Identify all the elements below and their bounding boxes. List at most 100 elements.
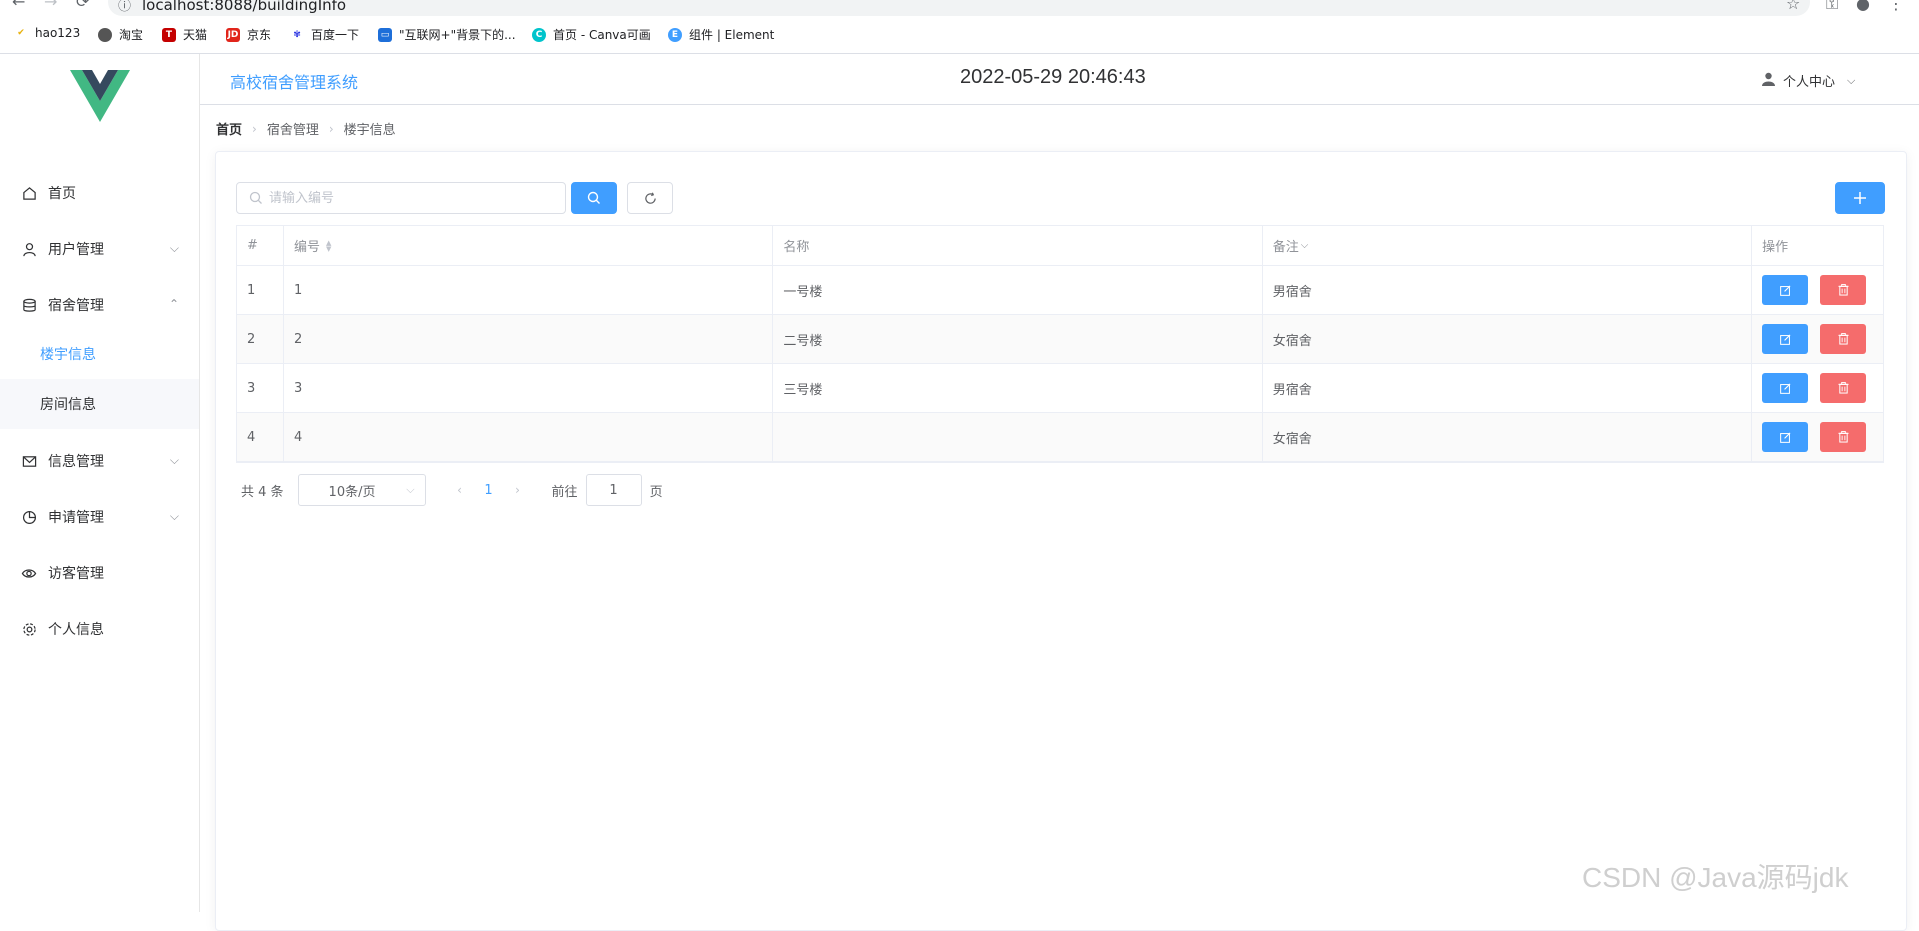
browser-chrome: ← → ⟳ ⓘ localhost:8088/buildingInfo ☆ ⚿ …	[0, 0, 1919, 54]
cell-actions	[1752, 413, 1884, 461]
page-suffix: 页	[649, 484, 663, 500]
setting-icon	[21, 621, 37, 637]
edit-button[interactable]	[1762, 324, 1809, 354]
cell-index: 4	[237, 413, 284, 461]
sidebar-item-applications[interactable]: 申请管理 ⌵	[0, 489, 199, 545]
plus-icon	[1854, 192, 1866, 204]
bookmark-jd[interactable]: JD 京东	[226, 26, 271, 43]
prev-page-icon[interactable]: ‹	[446, 483, 474, 497]
table-header-row: # 编号 ▲ ▼ 名称 备注 ⌵ 操作	[237, 226, 1883, 266]
bookmark-element[interactable]: E 组件 | Element	[668, 26, 774, 43]
bookmark-star-icon[interactable]: ☆	[1786, 0, 1800, 13]
sidebar-item-dorm[interactable]: 宿舍管理 ⌃	[0, 277, 199, 333]
delete-button[interactable]	[1820, 324, 1867, 354]
page-size-select[interactable]: 10条/页 ⌵	[297, 474, 426, 506]
back-icon[interactable]: ←	[12, 0, 25, 11]
add-button[interactable]	[1835, 182, 1885, 214]
bookmark-canva[interactable]: C 首页 - Canva可画	[532, 26, 651, 43]
address-bar[interactable]	[108, 0, 1810, 16]
cell-remark: 女宿舍	[1262, 413, 1753, 461]
more-menu-icon[interactable]: ⋮	[1888, 0, 1904, 13]
profile-icon[interactable]: ●	[1856, 0, 1870, 13]
home-icon	[21, 185, 37, 201]
refresh-icon	[644, 191, 656, 204]
cell-index: 1	[237, 266, 284, 314]
chevron-down-icon: ⌵	[1847, 73, 1856, 87]
user-center-dropdown[interactable]: 个人中心 ⌵	[1762, 71, 1855, 90]
document-icon: ▭	[378, 27, 392, 42]
search-box	[236, 182, 566, 214]
cell-remark: 男宿舍	[1263, 364, 1753, 412]
cell-id: 4	[283, 413, 774, 461]
edit-icon	[1779, 383, 1791, 394]
sidebar-item-messages[interactable]: 信息管理 ⌵	[0, 433, 199, 489]
cell-name: 一号楼	[773, 266, 1263, 314]
edit-icon	[1779, 334, 1791, 345]
sidebar-subitem-room[interactable]: 房间信息	[0, 379, 199, 429]
edit-icon	[1779, 432, 1791, 443]
sidebar-item-profile[interactable]: 个人信息	[0, 601, 199, 657]
edit-button[interactable]	[1762, 422, 1809, 452]
chevron-down-icon: ⌵	[169, 241, 179, 255]
clock: 2022-05-29 20:46:43	[960, 66, 1146, 88]
watermark: CSDN @Java源码jdk	[1582, 862, 1849, 893]
building-table: # 编号 ▲ ▼ 名称 备注 ⌵ 操作 1 1 一号楼 男宿舍 2 2 二号楼 女…	[236, 225, 1884, 463]
filter-chevron-icon[interactable]: ⌵	[1301, 240, 1309, 251]
cell-actions	[1752, 266, 1883, 314]
cell-actions	[1752, 315, 1884, 363]
goto-page-input[interactable]: 1	[585, 474, 642, 506]
reload-icon[interactable]: ⟳	[76, 0, 89, 11]
table-row: 1 1 一号楼 男宿舍	[237, 266, 1883, 315]
forward-icon[interactable]: →	[44, 0, 57, 11]
search-icon	[249, 191, 263, 205]
sidebar-item-users[interactable]: 用户管理 ⌵	[0, 221, 199, 277]
delete-icon	[1838, 333, 1849, 345]
next-page-icon[interactable]: ›	[504, 483, 532, 497]
bookmark-taobao[interactable]: 淘宝	[98, 26, 143, 43]
sidebar-item-home[interactable]: 首页	[0, 165, 199, 221]
edit-button[interactable]	[1762, 373, 1809, 403]
search-icon	[587, 191, 600, 204]
globe-icon	[98, 27, 112, 42]
element-icon: E	[668, 27, 682, 42]
cell-index: 2	[237, 315, 284, 363]
cell-index: 3	[237, 364, 284, 412]
column-header-id[interactable]: 编号 ▲ ▼	[284, 226, 774, 265]
edit-button[interactable]	[1762, 275, 1809, 305]
breadcrumb-separator-icon: ›	[328, 121, 334, 136]
breadcrumb-home[interactable]: 首页	[216, 119, 242, 138]
cell-remark: 女宿舍	[1262, 315, 1753, 363]
sidebar-item-visitors[interactable]: 访客管理	[0, 545, 199, 601]
bookmark-baidu[interactable]: ✾ 百度一下	[290, 26, 359, 43]
bookmark-tmall[interactable]: T 天猫	[162, 26, 207, 43]
delete-button[interactable]	[1820, 275, 1867, 305]
delete-button[interactable]	[1820, 373, 1867, 403]
reset-button[interactable]	[627, 182, 673, 214]
bookmark-hao123[interactable]: ✔ hao123	[14, 26, 80, 40]
site-info-icon[interactable]: ⓘ	[118, 0, 131, 14]
sidebar-subitem-building[interactable]: 楼宇信息	[0, 329, 199, 379]
column-header-remark[interactable]: 备注 ⌵	[1263, 226, 1753, 265]
cell-id: 3	[284, 364, 774, 412]
sort-icon[interactable]: ▲ ▼	[326, 239, 331, 252]
goto-label: 前往	[551, 484, 578, 500]
breadcrumb-separator-icon: ›	[252, 121, 257, 136]
eye-icon	[21, 565, 37, 581]
column-header-actions: 操作	[1762, 240, 1789, 255]
search-button[interactable]	[571, 182, 617, 214]
canva-icon: C	[532, 27, 546, 42]
key-icon[interactable]: ⚿	[1826, 0, 1838, 14]
cell-remark: 男宿舍	[1263, 266, 1753, 314]
page-number[interactable]: 1	[474, 483, 504, 498]
bookmark-article[interactable]: ▭ "互联网+"背景下的...	[378, 26, 516, 43]
delete-button[interactable]	[1820, 422, 1867, 452]
database-icon	[21, 297, 37, 313]
chevron-down-icon: ⌵	[169, 509, 179, 523]
jd-icon: JD	[226, 27, 240, 42]
baidu-icon: ✾	[290, 27, 304, 42]
pie-chart-icon	[21, 509, 37, 525]
chevron-down-icon: ⌵	[169, 453, 179, 467]
cell-id: 1	[284, 266, 774, 314]
search-input[interactable]	[269, 183, 559, 213]
cell-name: 三号楼	[773, 364, 1263, 412]
